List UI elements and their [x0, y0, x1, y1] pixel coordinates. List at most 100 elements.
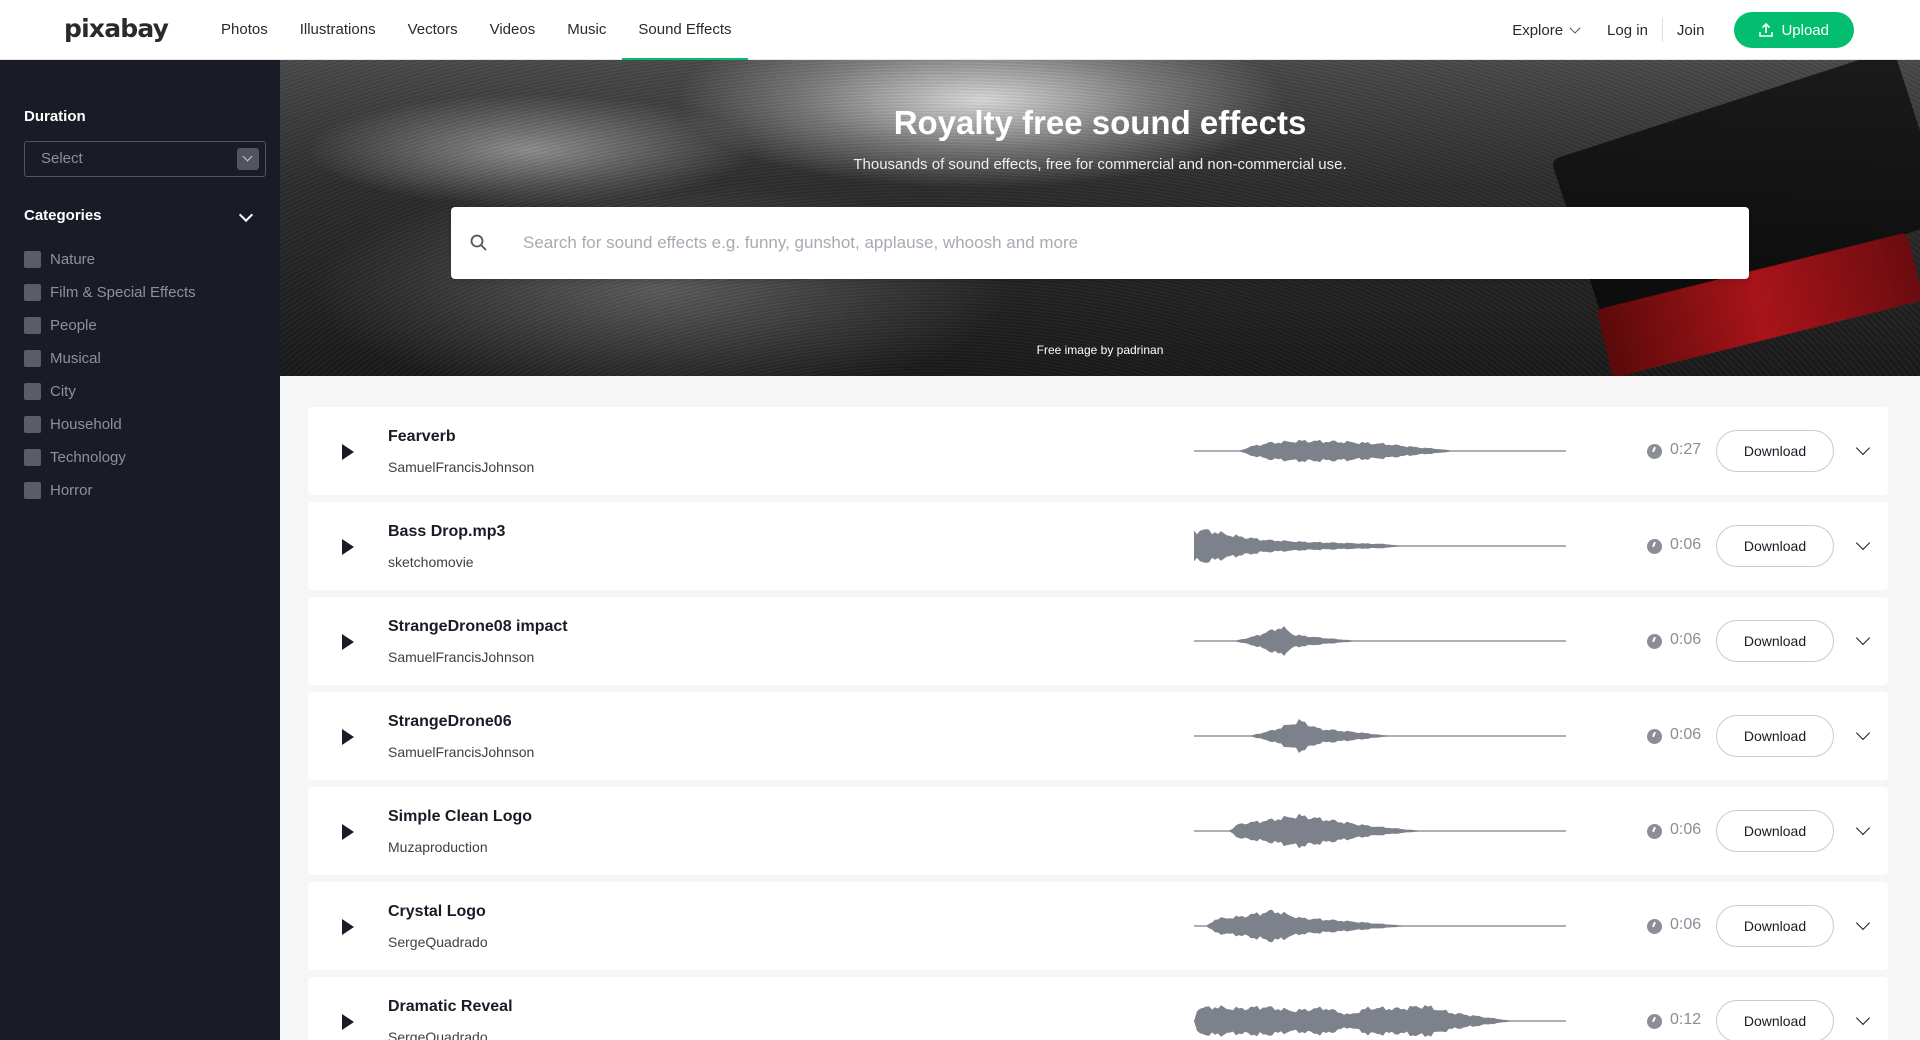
sound-title[interactable]: StrangeDrone06	[388, 713, 512, 731]
login-link[interactable]: Log in	[1607, 22, 1648, 39]
chevron-down-icon[interactable]	[1855, 440, 1871, 456]
checkbox[interactable]	[24, 251, 41, 268]
play-icon[interactable]	[342, 824, 354, 840]
waveform[interactable]	[1194, 906, 1566, 946]
play-icon[interactable]	[342, 729, 354, 745]
sound-row: Dramatic Reveal SergeQuadrado 0:12 Downl…	[308, 977, 1888, 1040]
play-icon[interactable]	[342, 919, 354, 935]
sound-duration: 0:27	[1670, 441, 1702, 458]
checkbox[interactable]	[24, 416, 41, 433]
category-film-special-effects[interactable]: Film & Special Effects	[24, 276, 196, 309]
checkbox[interactable]	[24, 449, 41, 466]
chevron-down-icon	[1569, 21, 1581, 34]
checkbox[interactable]	[24, 317, 41, 334]
sound-title[interactable]: StrangeDrone08 impact	[388, 618, 568, 636]
category-technology[interactable]: Technology	[24, 441, 196, 474]
nav-divider	[1661, 18, 1663, 42]
play-icon[interactable]	[342, 1014, 354, 1030]
category-label: People	[50, 317, 97, 334]
sound-duration: 0:06	[1670, 821, 1702, 838]
download-button[interactable]: Download	[1716, 525, 1834, 567]
sound-title[interactable]: Crystal Logo	[388, 903, 486, 921]
sound-author[interactable]: SamuelFrancisJohnson	[388, 459, 534, 475]
search-bar[interactable]	[451, 207, 1749, 279]
image-credit[interactable]: Free image by padrinan	[280, 343, 1920, 357]
clock-icon	[1647, 1014, 1662, 1029]
categories-toggle-icon[interactable]	[238, 207, 254, 223]
chevron-down-icon[interactable]	[1855, 725, 1871, 741]
sound-author[interactable]: SamuelFrancisJohnson	[388, 744, 534, 760]
checkbox[interactable]	[24, 482, 41, 499]
explore-menu[interactable]: Explore	[1512, 21, 1581, 39]
sound-title[interactable]: Dramatic Reveal	[388, 998, 513, 1016]
clock-icon	[1647, 634, 1662, 649]
waveform[interactable]	[1194, 1001, 1566, 1040]
pixabay-logo[interactable]: pixabay	[64, 14, 169, 43]
download-button[interactable]: Download	[1716, 430, 1834, 472]
sound-author[interactable]: sketchomovie	[388, 554, 474, 570]
nav-illustrations[interactable]: Illustrations	[284, 0, 392, 60]
category-horror[interactable]: Horror	[24, 474, 196, 507]
nav-sound-effects[interactable]: Sound Effects	[622, 0, 748, 61]
sound-title[interactable]: Bass Drop.mp3	[388, 523, 505, 541]
sound-author[interactable]: SamuelFrancisJohnson	[388, 649, 534, 665]
chevron-down-icon	[237, 148, 259, 170]
chevron-down-icon[interactable]	[1855, 820, 1871, 836]
category-label: Film & Special Effects	[50, 284, 196, 301]
category-musical[interactable]: Musical	[24, 342, 196, 375]
category-nature[interactable]: Nature	[24, 243, 196, 276]
nav-music[interactable]: Music	[551, 0, 622, 60]
nav-videos[interactable]: Videos	[474, 0, 552, 60]
sound-row: Bass Drop.mp3 sketchomovie 0:06 Download	[308, 502, 1888, 590]
download-button[interactable]: Download	[1716, 1000, 1834, 1040]
waveform[interactable]	[1194, 811, 1566, 851]
filter-sidebar: Duration Select Categories Nature Film &…	[0, 60, 280, 1040]
play-icon[interactable]	[342, 444, 354, 460]
sound-author[interactable]: SergeQuadrado	[388, 934, 488, 950]
join-link[interactable]: Join	[1677, 22, 1705, 39]
search-icon[interactable]	[469, 233, 489, 253]
search-input[interactable]	[523, 229, 1723, 257]
waveform[interactable]	[1194, 526, 1566, 566]
category-city[interactable]: City	[24, 375, 196, 408]
chevron-down-icon[interactable]	[1855, 1010, 1871, 1026]
nav-photos[interactable]: Photos	[205, 0, 284, 60]
duration-select[interactable]: Select	[24, 141, 266, 177]
waveform-shape	[1194, 1005, 1566, 1037]
waveform[interactable]	[1194, 431, 1566, 471]
chevron-down-icon[interactable]	[1855, 535, 1871, 551]
hero-banner: Royalty free sound effects Thousands of …	[280, 60, 1920, 376]
sound-author[interactable]: Muzaproduction	[388, 839, 488, 855]
sound-title[interactable]: Fearverb	[388, 428, 456, 446]
upload-label: Upload	[1781, 21, 1829, 39]
play-icon[interactable]	[342, 634, 354, 650]
category-household[interactable]: Household	[24, 408, 196, 441]
waveform[interactable]	[1194, 621, 1566, 661]
checkbox[interactable]	[24, 350, 41, 367]
clock-icon	[1647, 824, 1662, 839]
clock-icon	[1647, 539, 1662, 554]
checkbox[interactable]	[24, 284, 41, 301]
category-people[interactable]: People	[24, 309, 196, 342]
download-button[interactable]: Download	[1716, 715, 1834, 757]
download-button[interactable]: Download	[1716, 620, 1834, 662]
chevron-down-icon[interactable]	[1855, 915, 1871, 931]
page-subtitle: Thousands of sound effects, free for com…	[853, 156, 1347, 173]
play-icon[interactable]	[342, 539, 354, 555]
checkbox[interactable]	[24, 383, 41, 400]
chevron-down-icon[interactable]	[1855, 630, 1871, 646]
nav-vectors[interactable]: Vectors	[392, 0, 474, 60]
categories-title: Categories	[24, 207, 102, 224]
category-label: Nature	[50, 251, 96, 268]
sound-row: Simple Clean Logo Muzaproduction 0:06 Do…	[308, 787, 1888, 875]
upload-button[interactable]: Upload	[1734, 12, 1854, 48]
sound-duration: 0:06	[1670, 916, 1702, 933]
sound-title[interactable]: Simple Clean Logo	[388, 808, 532, 826]
clock-icon	[1647, 729, 1662, 744]
download-button[interactable]: Download	[1716, 810, 1834, 852]
download-button[interactable]: Download	[1716, 905, 1834, 947]
waveform[interactable]	[1194, 716, 1566, 756]
sound-author[interactable]: SergeQuadrado	[388, 1029, 488, 1040]
category-label: Musical	[50, 350, 101, 367]
category-list: Nature Film & Special Effects People Mus…	[24, 243, 196, 507]
